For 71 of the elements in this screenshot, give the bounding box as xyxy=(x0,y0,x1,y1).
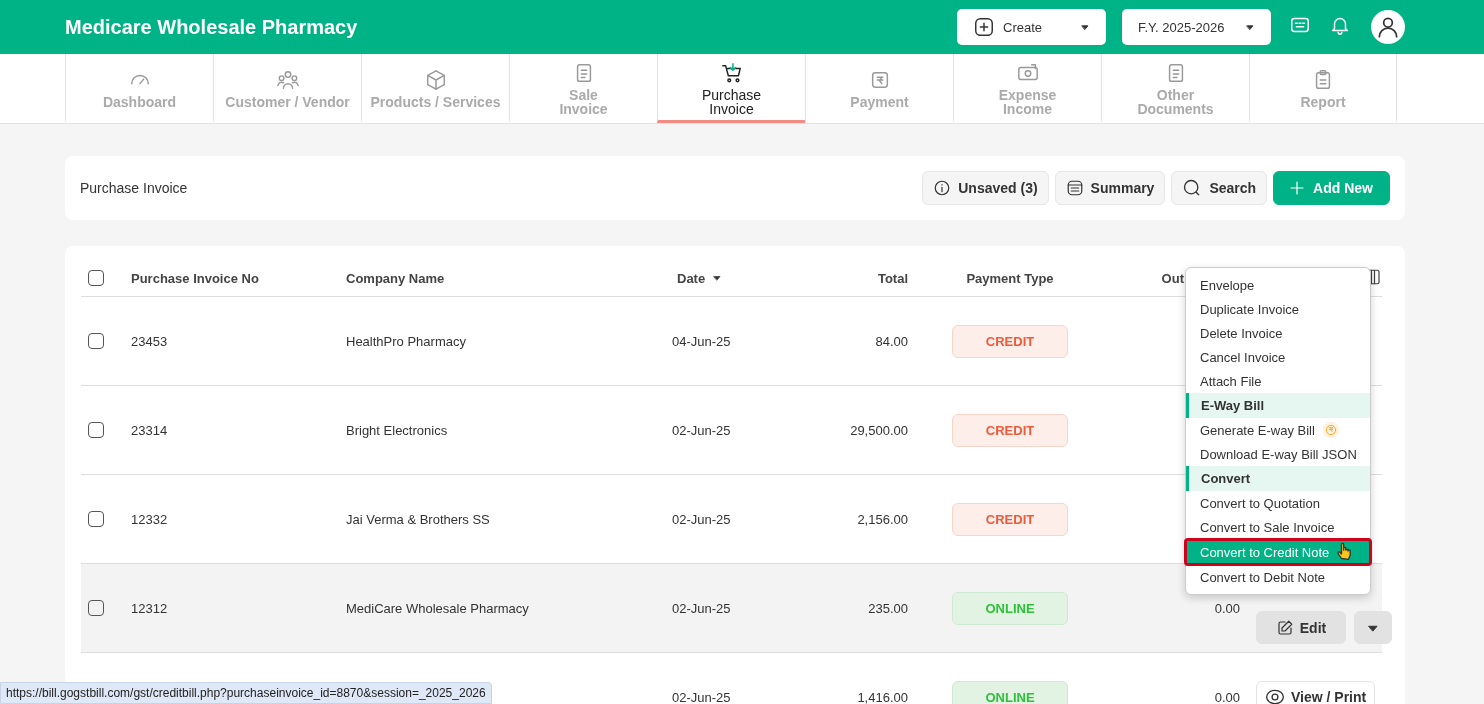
menu-item[interactable]: Download E-way Bill JSON xyxy=(1186,442,1370,466)
menu-section-header: Convert xyxy=(1186,466,1370,491)
table-cell-text: Bright Electronics xyxy=(346,422,449,438)
nav-tab[interactable]: Purchase Invoice xyxy=(657,54,805,123)
table-cell-text: 02-Jun-25 xyxy=(672,600,732,616)
table-cell-text: 02-Jun-25 xyxy=(672,511,732,527)
table-cell-text: 0.00 xyxy=(1213,689,1240,704)
more-actions-button[interactable] xyxy=(1354,611,1392,644)
table-cell-text: 02-Jun-25 xyxy=(672,689,732,704)
edit-button[interactable]: Edit xyxy=(1256,611,1346,644)
fiscal-year-dropdown[interactable]: F.Y. 2025-2026 xyxy=(1122,9,1271,45)
table-cell-text: 02-Jun-25 xyxy=(672,422,732,438)
table-cell-text: 84.00 xyxy=(874,333,908,349)
table-cell-text: 12332 xyxy=(131,511,169,527)
column-header: Out xyxy=(1161,270,1184,286)
menu-item[interactable]: Attach File xyxy=(1186,369,1370,393)
table-cell-text: MediCare Wholesale Pharmacy xyxy=(346,600,530,616)
row-checkbox[interactable] xyxy=(88,600,104,616)
eye-icon xyxy=(1265,687,1285,704)
page-title: Purchase Invoice xyxy=(80,180,189,196)
menu-item[interactable]: Envelope xyxy=(1186,273,1370,297)
view-print-button[interactable]: View / Print xyxy=(1256,680,1376,704)
box-icon xyxy=(424,68,447,91)
payment-badge: CREDIT xyxy=(952,324,1068,358)
plus-icon xyxy=(973,16,995,38)
column-header[interactable]: Date xyxy=(677,270,706,286)
menu-item[interactable]: Generate E-way Bill xyxy=(1186,418,1370,442)
table-cell-text: 2,156.00 xyxy=(856,511,908,527)
list-icon xyxy=(1065,179,1084,197)
menu-item[interactable]: Cancel Invoice xyxy=(1186,345,1370,369)
table-cell-text: 29,500.00 xyxy=(849,422,908,438)
table-cell-text: 235.00 xyxy=(867,600,908,616)
select-all-checkbox[interactable] xyxy=(88,270,104,286)
row-checkbox[interactable] xyxy=(88,422,104,438)
info-icon xyxy=(933,179,952,197)
summary-button[interactable]: Summary xyxy=(1054,171,1166,205)
column-header: Purchase Invoice No xyxy=(131,270,260,286)
row-checkbox[interactable] xyxy=(88,333,104,349)
create-button[interactable]: Create xyxy=(957,9,1106,45)
edit-icon xyxy=(1275,618,1294,637)
table-cell-text: 23453 xyxy=(131,333,169,349)
payment-badge: ONLINE xyxy=(952,680,1068,704)
table-cell-text: 12312 xyxy=(131,600,169,616)
table-cell-text: 0.00 xyxy=(1213,600,1240,616)
people-icon xyxy=(276,68,299,91)
rupee-coin-icon xyxy=(1322,422,1339,438)
unsaved-button[interactable]: Unsaved (3) xyxy=(922,171,1049,205)
table-cell-text: 04-Jun-25 xyxy=(672,333,732,349)
table-cell-text: Jai Verma & Brothers SS xyxy=(346,511,491,527)
cart-icon xyxy=(720,61,743,84)
column-header: Payment Type xyxy=(965,270,1055,286)
table-cell-text: 1,416.00 xyxy=(856,689,908,704)
search-button[interactable]: Search xyxy=(1171,171,1268,205)
payment-badge: CREDIT xyxy=(952,413,1068,447)
menu-item[interactable]: Convert to Debit Note xyxy=(1186,565,1370,589)
menu-item[interactable]: Convert to Sale Invoice xyxy=(1186,515,1370,539)
app-title: Medicare Wholesale Pharmacy xyxy=(65,15,359,39)
menu-section-header: E-Way Bill xyxy=(1186,393,1370,418)
table-cell-text: 23314 xyxy=(131,422,169,438)
menu-item[interactable]: Duplicate Invoice xyxy=(1186,297,1370,321)
menu-item[interactable]: Convert to Quotation xyxy=(1186,491,1370,515)
column-header: Company Name xyxy=(346,270,446,286)
column-header: Total xyxy=(876,270,908,286)
payment-badge: CREDIT xyxy=(952,502,1068,536)
table-cell-text: HealthPro Pharmacy xyxy=(346,333,467,349)
payment-badge: ONLINE xyxy=(952,591,1068,625)
status-url: https://bill.gogstbill.com/gst/creditbill.php?purchaseinvoice_id=8870&session=_2025_2026 xyxy=(0,682,492,704)
menu-item[interactable]: Delete Invoice xyxy=(1186,321,1370,345)
row-checkbox[interactable] xyxy=(88,511,104,527)
avatar-button[interactable] xyxy=(1371,10,1405,44)
hand-cursor-icon xyxy=(1334,540,1354,561)
